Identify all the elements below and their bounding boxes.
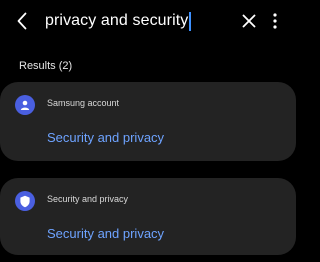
back-arrow-icon bbox=[17, 12, 27, 30]
person-icon bbox=[20, 100, 30, 110]
more-vertical-icon bbox=[273, 13, 277, 29]
search-query-text: privacy and security bbox=[45, 12, 189, 29]
account-badge bbox=[15, 95, 35, 115]
search-bar: privacy and security bbox=[0, 0, 300, 42]
back-button[interactable] bbox=[11, 10, 33, 32]
result-card-samsung-account[interactable]: Samsung account Security and privacy bbox=[0, 82, 296, 161]
results-header: Results (2) bbox=[19, 60, 73, 72]
clear-search-button[interactable] bbox=[238, 10, 260, 32]
security-badge bbox=[15, 191, 35, 211]
search-input[interactable]: privacy and security bbox=[45, 9, 192, 33]
result-title-link[interactable]: Security and privacy bbox=[47, 226, 164, 241]
close-icon bbox=[242, 14, 256, 28]
result-title-link[interactable]: Security and privacy bbox=[47, 130, 164, 145]
result-card-security-and-privacy[interactable]: Security and privacy Security and privac… bbox=[0, 178, 296, 255]
result-source: Samsung account bbox=[47, 98, 120, 108]
shield-icon bbox=[20, 195, 30, 207]
more-options-button[interactable] bbox=[266, 10, 284, 32]
result-source: Security and privacy bbox=[47, 194, 129, 204]
text-cursor bbox=[189, 11, 192, 31]
